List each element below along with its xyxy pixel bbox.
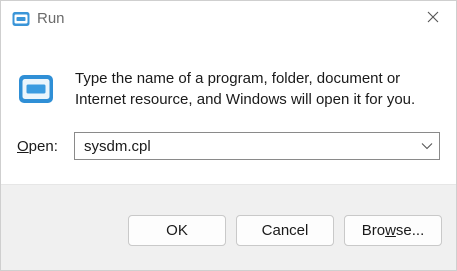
ok-button[interactable]: OK [128, 215, 226, 246]
chevron-down-icon [421, 137, 433, 155]
instruction-text: Type the name of a program, folder, docu… [75, 68, 445, 110]
browse-button[interactable]: Bro w se... [344, 215, 442, 246]
open-label: Open: [17, 138, 58, 155]
window-title: Run [37, 10, 65, 27]
browse-label-mnemonic: w [385, 222, 396, 239]
open-label-rest: pen: [28, 138, 58, 155]
instruction-line: Internet resource, and Windows will open… [75, 91, 416, 108]
cancel-button[interactable]: Cancel [236, 215, 334, 246]
open-label-mnemonic: O [17, 138, 29, 155]
open-combobox[interactable]: sysdm.cpl [74, 132, 440, 160]
close-icon [427, 10, 439, 28]
browse-button-label: Bro w se... [362, 222, 425, 239]
run-icon [12, 11, 30, 27]
run-dialog: Run Type the name of a program, folder, … [0, 0, 457, 271]
ok-button-label: OK [166, 222, 188, 239]
dropdown-button[interactable] [415, 133, 439, 159]
cancel-button-label: Cancel [261, 222, 309, 239]
button-bar: OK Cancel Bro w se... [1, 184, 456, 270]
browse-label-start: Bro [361, 222, 386, 239]
open-input[interactable]: sysdm.cpl [84, 138, 151, 155]
close-button[interactable] [410, 1, 456, 37]
title-bar[interactable]: Run [1, 1, 456, 37]
run-icon [18, 74, 54, 104]
browse-label-end: se... [395, 222, 425, 239]
instruction-line: Type the name of a program, folder, docu… [75, 70, 401, 87]
